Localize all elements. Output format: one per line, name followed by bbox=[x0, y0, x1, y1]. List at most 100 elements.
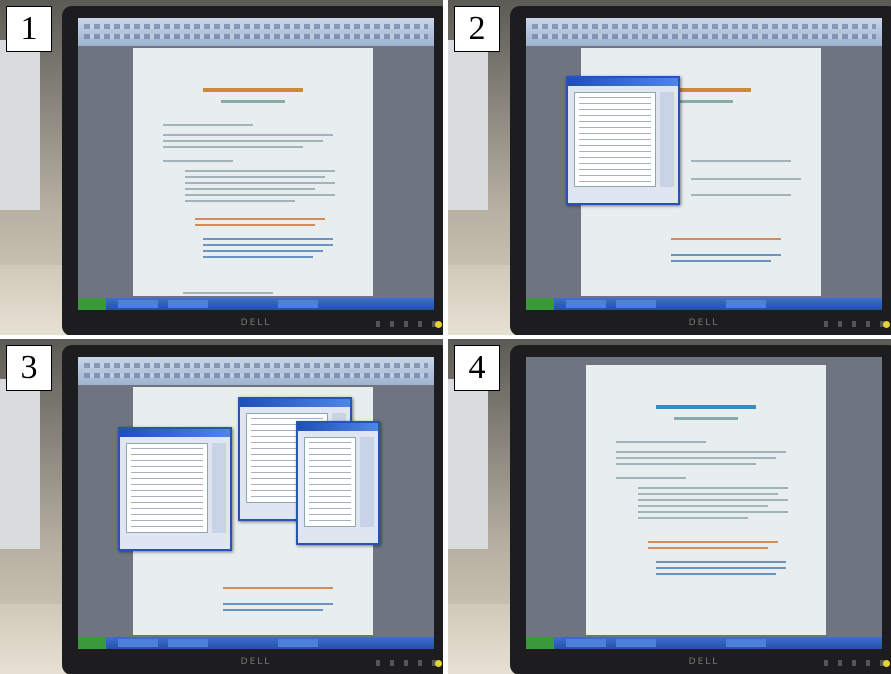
taskbar-item bbox=[726, 300, 766, 308]
doc-line bbox=[638, 505, 768, 507]
screen bbox=[78, 18, 434, 310]
power-led bbox=[435, 321, 442, 328]
document-page bbox=[586, 365, 826, 635]
doc-line bbox=[638, 511, 788, 513]
screen bbox=[78, 357, 434, 649]
doc-line bbox=[616, 477, 686, 479]
doc-line bbox=[638, 487, 788, 489]
doc-line bbox=[648, 541, 778, 543]
taskbar-item bbox=[168, 300, 208, 308]
doc-line bbox=[195, 224, 315, 226]
doc-title bbox=[203, 88, 303, 92]
taskbar-item bbox=[118, 639, 158, 647]
taskbar bbox=[526, 298, 882, 310]
dialog-titlebar bbox=[298, 423, 378, 431]
taskbar bbox=[78, 298, 434, 310]
power-led bbox=[435, 660, 442, 667]
monitor-brand: DELL bbox=[240, 318, 272, 328]
start-button bbox=[78, 298, 106, 310]
word-toolbar bbox=[78, 18, 434, 46]
start-button bbox=[78, 637, 106, 649]
doc-line bbox=[671, 254, 781, 256]
word-toolbar bbox=[526, 18, 882, 46]
doc-line bbox=[656, 567, 786, 569]
monitor: DELL bbox=[62, 345, 443, 674]
panel-2: DELL 2 bbox=[448, 0, 891, 335]
dialog-list bbox=[304, 437, 356, 527]
doc-line bbox=[691, 160, 791, 162]
doc-line bbox=[203, 256, 313, 258]
monitor-brand: DELL bbox=[240, 657, 272, 667]
start-button bbox=[526, 298, 554, 310]
doc-line bbox=[671, 260, 771, 262]
doc-line bbox=[223, 609, 323, 611]
dialog-sidebar bbox=[660, 92, 674, 187]
doc-line bbox=[185, 170, 335, 172]
panel-label: 4 bbox=[454, 345, 500, 391]
window-light bbox=[0, 40, 40, 210]
monitor: DELL bbox=[510, 345, 891, 674]
doc-line bbox=[195, 218, 325, 220]
monitor: DELL bbox=[510, 6, 891, 335]
doc-line bbox=[691, 178, 801, 180]
doc-line bbox=[616, 457, 776, 459]
doc-line bbox=[163, 124, 253, 126]
panel-1: DELL 1 bbox=[0, 0, 443, 335]
screen bbox=[526, 357, 882, 649]
start-button bbox=[526, 637, 554, 649]
monitor-brand: DELL bbox=[688, 657, 720, 667]
taskbar-item bbox=[616, 639, 656, 647]
dialog-window bbox=[296, 421, 380, 545]
power-led bbox=[883, 660, 890, 667]
doc-line bbox=[203, 238, 333, 240]
doc-line bbox=[185, 194, 335, 196]
monitor-brand: DELL bbox=[688, 318, 720, 328]
taskbar-item bbox=[616, 300, 656, 308]
doc-line bbox=[616, 463, 756, 465]
taskbar-item bbox=[278, 639, 318, 647]
doc-line bbox=[183, 292, 273, 294]
open-dialog bbox=[566, 76, 680, 205]
window-light bbox=[448, 40, 488, 210]
doc-line bbox=[656, 561, 786, 563]
doc-line bbox=[163, 160, 233, 162]
doc-line bbox=[691, 194, 791, 196]
panel-label: 1 bbox=[6, 6, 52, 52]
taskbar bbox=[78, 637, 434, 649]
taskbar-item bbox=[168, 639, 208, 647]
panel-4: DELL 4 bbox=[448, 339, 891, 674]
panel-label: 2 bbox=[454, 6, 500, 52]
monitor-buttons bbox=[824, 321, 884, 327]
doc-line bbox=[616, 451, 786, 453]
window-light bbox=[448, 379, 488, 549]
doc-subtitle bbox=[221, 100, 285, 103]
doc-line bbox=[163, 134, 333, 136]
doc-line bbox=[638, 493, 778, 495]
screen bbox=[526, 18, 882, 310]
doc-line bbox=[616, 441, 706, 443]
doc-line bbox=[185, 200, 295, 202]
dialog-window bbox=[118, 427, 232, 551]
taskbar-item bbox=[118, 300, 158, 308]
doc-line bbox=[185, 188, 315, 190]
panel-label: 3 bbox=[6, 345, 52, 391]
dialog-sidebar bbox=[212, 443, 226, 533]
photo-grid: DELL 1 DELL 2 DELL 3 DELL 4 bbox=[0, 0, 891, 674]
dialog-list bbox=[126, 443, 208, 533]
taskbar-item bbox=[566, 639, 606, 647]
doc-line bbox=[203, 244, 333, 246]
doc-line bbox=[648, 547, 768, 549]
monitor-buttons bbox=[376, 660, 436, 666]
monitor-buttons bbox=[824, 660, 884, 666]
window-light bbox=[0, 379, 40, 549]
taskbar-item bbox=[726, 639, 766, 647]
doc-line bbox=[638, 499, 788, 501]
doc-subtitle bbox=[674, 417, 738, 420]
panel-3: DELL 3 bbox=[0, 339, 443, 674]
doc-line bbox=[223, 587, 333, 589]
doc-line bbox=[185, 182, 335, 184]
doc-line bbox=[163, 146, 303, 148]
taskbar-item bbox=[278, 300, 318, 308]
doc-line bbox=[656, 573, 776, 575]
doc-line bbox=[185, 176, 325, 178]
